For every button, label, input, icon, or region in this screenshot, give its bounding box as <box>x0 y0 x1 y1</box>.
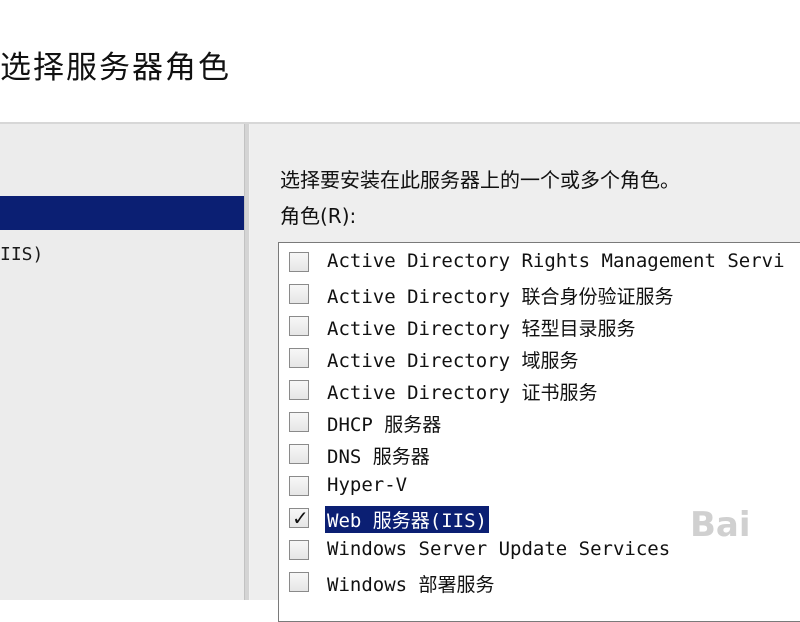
role-item[interactable]: Active Directory 联合身份验证服务 <box>279 279 800 309</box>
role-checkbox-checked[interactable] <box>289 506 309 530</box>
instruction-text: 选择要安装在此服务器上的一个或多个角色。 <box>280 168 680 192</box>
role-label: Active Directory 证书服务 <box>327 382 598 404</box>
role-checkbox[interactable] <box>289 284 309 304</box>
role-label: Hyper-V <box>327 474 408 496</box>
role-item[interactable]: DNS 服务器 <box>279 439 800 469</box>
roles-label: 角色(R): <box>280 204 357 228</box>
role-label: Windows 部署服务 <box>327 574 495 596</box>
wizard-step-nav: IIS) <box>0 124 244 600</box>
role-checkbox[interactable] <box>289 476 309 496</box>
role-label: Active Directory 联合身份验证服务 <box>327 286 674 308</box>
nav-item-web-server-iis[interactable]: IIS) <box>0 244 43 265</box>
role-item[interactable]: DHCP 服务器 <box>279 407 800 437</box>
role-checkbox[interactable] <box>289 540 309 560</box>
watermark-logo: Bai <box>690 505 751 545</box>
role-checkbox[interactable] <box>289 348 309 368</box>
role-checkbox[interactable] <box>289 444 309 464</box>
page-title: 选择服务器角色 <box>0 50 231 86</box>
role-label-selected: Web 服务器(IIS) <box>325 506 489 533</box>
role-label: DHCP 服务器 <box>327 414 442 436</box>
role-label: DNS 服务器 <box>327 446 430 468</box>
nav-item-selected[interactable] <box>0 196 244 230</box>
wizard-header: 选择服务器角色 <box>0 0 800 122</box>
role-label: Active Directory 域服务 <box>327 350 579 372</box>
role-checkbox[interactable] <box>289 252 309 272</box>
role-label: Active Directory Rights Management Servi <box>327 250 785 272</box>
role-checkbox[interactable] <box>289 572 309 592</box>
role-item[interactable]: Hyper-V <box>279 471 800 501</box>
roles-checklist[interactable]: Active Directory Rights Management Servi… <box>278 242 800 622</box>
role-item[interactable]: Active Directory Rights Management Servi <box>279 247 800 277</box>
role-item[interactable]: Windows 部署服务 <box>279 567 800 597</box>
role-item[interactable]: Active Directory 轻型目录服务 <box>279 311 800 341</box>
role-checkbox[interactable] <box>289 316 309 336</box>
role-label: Windows Server Update Services <box>327 538 671 560</box>
role-item[interactable]: Active Directory 域服务 <box>279 343 800 373</box>
role-checkbox[interactable] <box>289 380 309 400</box>
role-checkbox[interactable] <box>289 412 309 432</box>
role-item[interactable]: Active Directory 证书服务 <box>279 375 800 405</box>
role-label: Active Directory 轻型目录服务 <box>327 318 636 340</box>
